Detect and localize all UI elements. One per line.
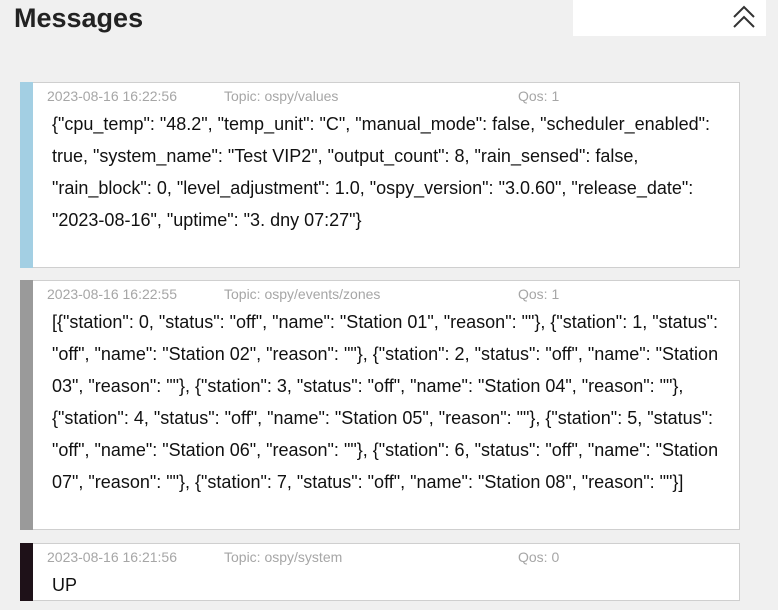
message-timestamp: 2023-08-16 16:22:55 <box>47 286 177 302</box>
message-color-bar <box>20 280 33 530</box>
message-payload: [{"station": 0, "status": "off", "name":… <box>52 312 719 492</box>
chevron-up-icon[interactable] <box>730 3 758 31</box>
message-meta: 2023-08-16 16:22:56 Topic: ospy/values Q… <box>47 88 739 104</box>
message-qos: Qos: 0 <box>518 549 560 565</box>
message-card: 2023-08-16 16:22:55 Topic: ospy/events/z… <box>20 280 740 530</box>
message-meta: 2023-08-16 16:21:56 Topic: ospy/system Q… <box>47 549 739 565</box>
message-topic: Topic: ospy/values <box>224 88 339 104</box>
message-color-bar <box>20 543 33 601</box>
message-payload: {"cpu_temp": "48.2", "temp_unit": "C", "… <box>52 114 711 230</box>
message-color-bar <box>20 82 33 268</box>
message-qos: Qos: 1 <box>518 88 560 104</box>
message-topic: Topic: ospy/events/zones <box>224 286 381 302</box>
message-timestamp: 2023-08-16 16:21:56 <box>47 549 177 565</box>
message-topic: Topic: ospy/system <box>224 549 343 565</box>
message-card: 2023-08-16 16:22:56 Topic: ospy/values Q… <box>20 82 740 268</box>
page-title: Messages <box>14 3 144 33</box>
message-card: 2023-08-16 16:21:56 Topic: ospy/system Q… <box>20 543 740 601</box>
message-payload: UP <box>52 575 78 595</box>
message-meta: 2023-08-16 16:22:55 Topic: ospy/events/z… <box>47 286 739 302</box>
collapse-panel <box>573 0 766 36</box>
message-timestamp: 2023-08-16 16:22:56 <box>47 88 177 104</box>
message-qos: Qos: 1 <box>518 286 560 302</box>
